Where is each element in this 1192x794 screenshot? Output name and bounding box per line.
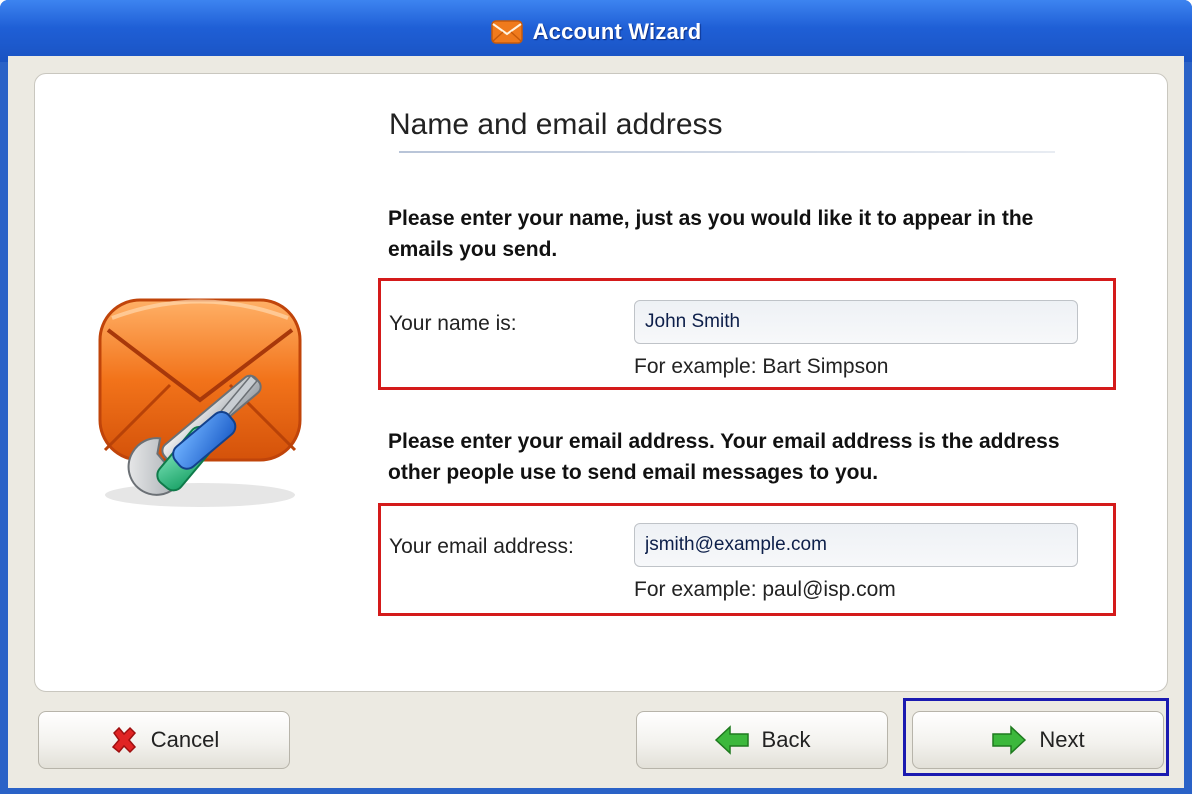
cancel-button[interactable]: Cancel (38, 711, 290, 769)
email-input[interactable] (634, 523, 1078, 567)
back-button[interactable]: Back (636, 711, 888, 769)
email-example: For example: paul@isp.com (634, 578, 896, 601)
heading-divider (399, 151, 1055, 153)
email-label: Your email address: (389, 535, 574, 558)
title-bar[interactable]: Account Wizard (0, 0, 1192, 62)
name-example: For example: Bart Simpson (634, 355, 889, 378)
name-instruction: Please enter your name, just as you woul… (388, 207, 1034, 261)
name-label: Your name is: (389, 312, 517, 335)
title-wrap: Account Wizard (0, 14, 1192, 50)
red-x-icon (111, 726, 136, 754)
envelope-icon (490, 20, 523, 44)
cancel-label: Cancel (150, 727, 220, 752)
wizard-logo-icon (98, 298, 302, 507)
green-left-arrow-icon (714, 725, 749, 755)
next-highlight-box (903, 698, 1169, 776)
page-title: Name and email address (389, 108, 723, 141)
window-title: Account Wizard (532, 19, 702, 44)
name-input[interactable] (634, 300, 1078, 344)
back-label: Back (761, 727, 811, 752)
email-instruction: Please enter your email address. Your em… (388, 430, 1060, 484)
